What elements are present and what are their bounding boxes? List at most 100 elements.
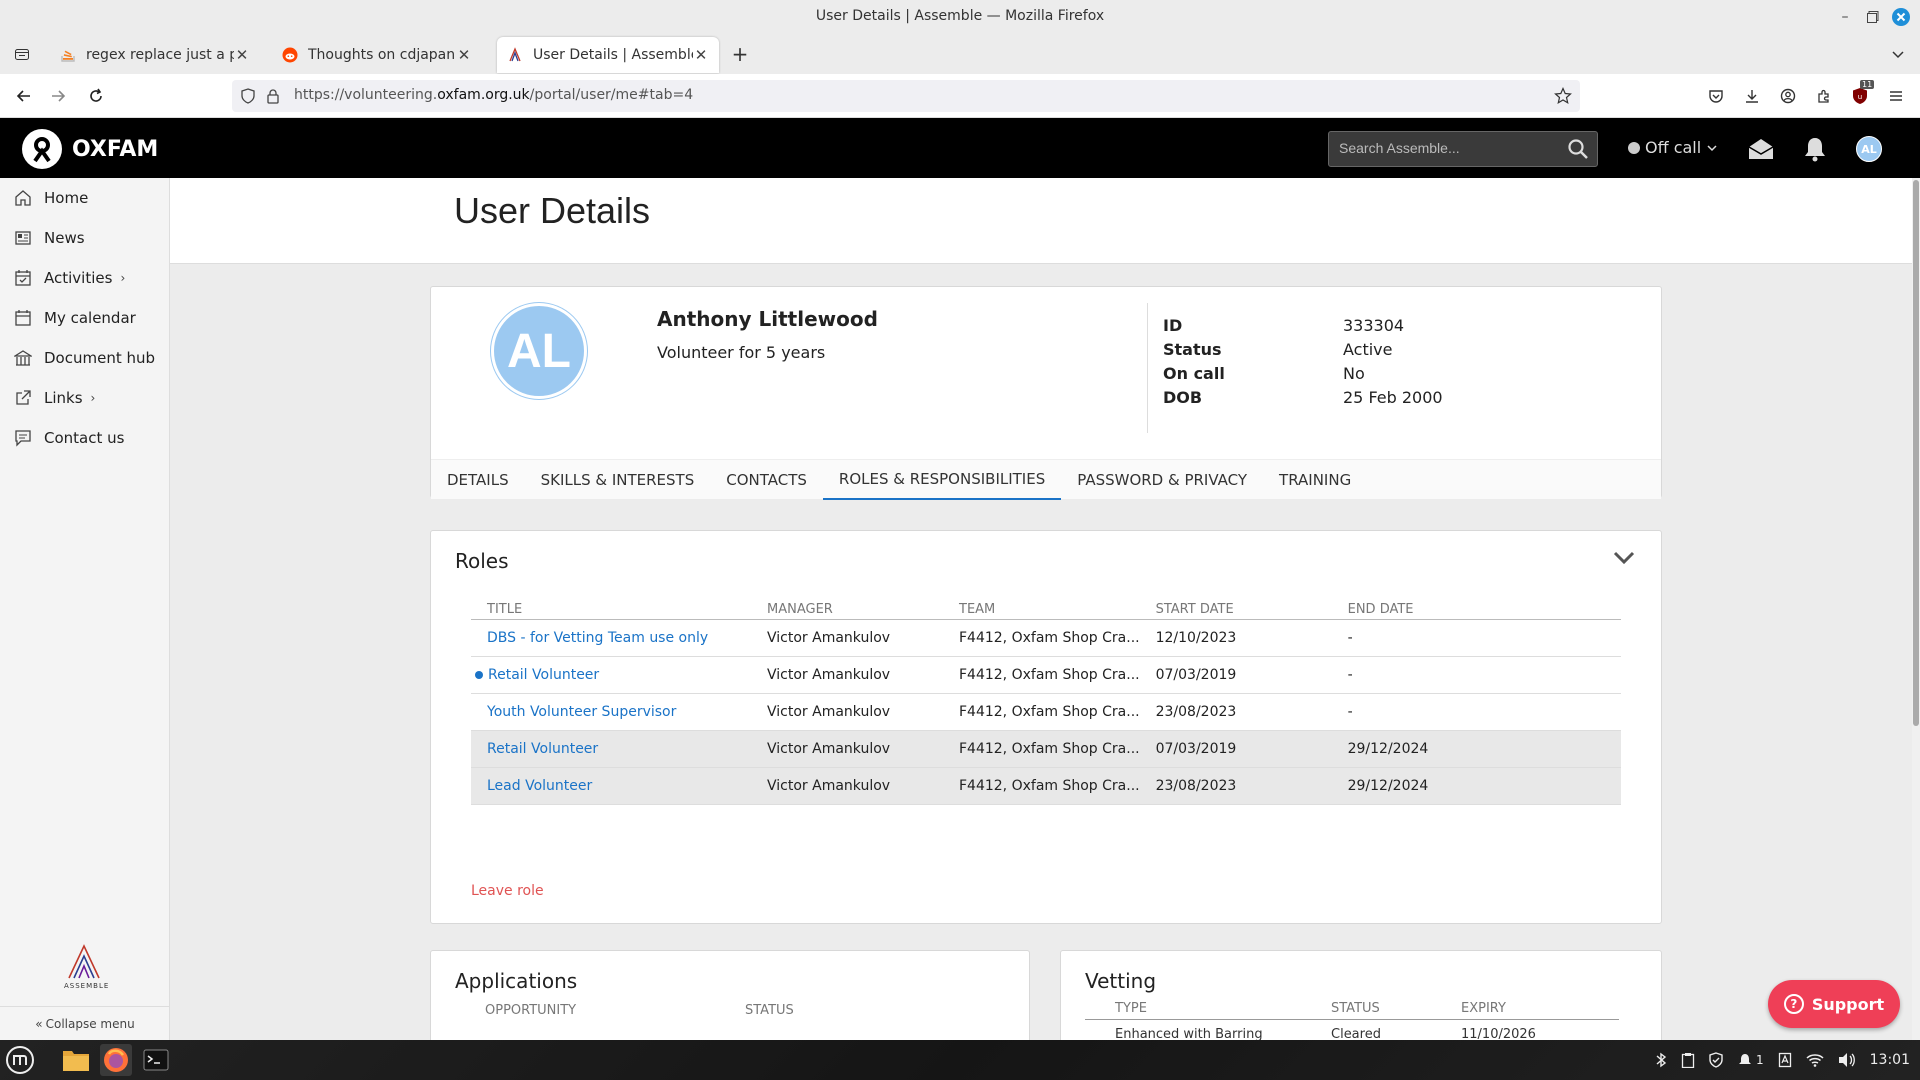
pocket-icon[interactable] <box>1702 82 1730 110</box>
back-button[interactable] <box>10 82 38 110</box>
sidebar-item-news[interactable]: News <box>0 218 169 258</box>
logo-text: OXFAM <box>72 136 159 162</box>
sidebar-item-contact-us[interactable]: Contact us <box>0 418 169 458</box>
terminal-icon[interactable] <box>140 1044 172 1076</box>
mint-menu-icon[interactable] <box>4 1044 36 1076</box>
oxfam-logo[interactable]: OXFAM <box>22 129 158 169</box>
role-team: F4412, Oxfam Shop Cra... <box>943 767 1140 805</box>
close-tab-icon[interactable]: ✕ <box>456 46 472 64</box>
tab-roles-responsibilities[interactable]: ROLES & RESPONSIBILITIES <box>822 460 1062 500</box>
assemble-logo-text: ASSEMBLE <box>64 982 110 990</box>
search-icon[interactable] <box>1567 138 1589 160</box>
role-title-link[interactable]: Retail Volunteer <box>488 667 599 683</box>
main-content: User Details AL Anthony Littlewood Volun… <box>170 178 1920 1040</box>
call-status-dropdown[interactable]: Off call <box>1628 138 1717 157</box>
close-tab-icon[interactable]: ✕ <box>234 46 250 64</box>
sidebar-item-links[interactable]: Links › <box>0 378 169 418</box>
wifi-icon[interactable] <box>1806 1053 1824 1067</box>
notification-count: 1 <box>1756 1053 1764 1067</box>
tracking-protection-icon[interactable] <box>240 88 256 104</box>
close-tab-icon[interactable]: ✕ <box>693 46 709 64</box>
stackoverflow-favicon-icon <box>60 47 76 63</box>
tab-list-icon[interactable] <box>8 40 36 68</box>
profile-name: Anthony Littlewood <box>657 307 878 331</box>
external-link-icon <box>14 389 32 407</box>
tab-label: regex replace just a part in <box>86 47 234 63</box>
minimize-button[interactable]: – <box>1834 6 1856 28</box>
notifications-tray-icon[interactable]: 1 <box>1737 1052 1764 1068</box>
vetting-type: Enhanced with Barring <box>1115 1027 1263 1040</box>
clock[interactable]: 13:01 <box>1870 1052 1910 1068</box>
notifications-bell-icon[interactable] <box>1798 132 1832 166</box>
role-manager: Victor Amankulov <box>751 656 943 694</box>
column-header: TITLE <box>471 601 751 620</box>
page-scrollbar[interactable] <box>1912 178 1920 1040</box>
role-title-link[interactable]: Retail Volunteer <box>487 741 598 757</box>
search-box[interactable] <box>1328 131 1598 167</box>
lock-icon[interactable] <box>266 88 280 104</box>
bluetooth-icon[interactable] <box>1655 1052 1667 1068</box>
collapse-chevron-icon[interactable] <box>1613 551 1635 565</box>
firefox-taskbar-icon[interactable] <box>100 1044 132 1076</box>
messages-icon[interactable] <box>1744 132 1778 166</box>
role-title-link[interactable]: DBS - for Vetting Team use only <box>487 630 708 646</box>
leave-role-link[interactable]: Leave role <box>471 883 544 899</box>
column-header: TYPE <box>1115 1001 1147 1016</box>
sidebar-item-document-hub[interactable]: Document hub <box>0 338 169 378</box>
user-avatar[interactable]: AL <box>1856 136 1882 162</box>
files-folder-icon[interactable] <box>60 1044 92 1076</box>
field-label: DOB <box>1163 387 1203 407</box>
sidebar-item-label: Links <box>44 389 83 407</box>
sidebar-item-my-calendar[interactable]: My calendar <box>0 298 169 338</box>
account-icon[interactable] <box>1774 82 1802 110</box>
search-input[interactable] <box>1339 140 1559 156</box>
restore-button[interactable] <box>1862 6 1884 28</box>
tab-password-privacy[interactable]: PASSWORD & PRIVACY <box>1061 460 1263 500</box>
close-window-button[interactable] <box>1890 6 1912 28</box>
column-header: MANAGER <box>751 601 943 620</box>
volume-icon[interactable] <box>1838 1052 1856 1068</box>
field-row: Status Active <box>1163 337 1443 361</box>
page-title-bar: User Details <box>170 178 1920 264</box>
role-title-link[interactable]: Lead Volunteer <box>487 778 592 794</box>
tab-label: User Details | Assemble <box>533 47 693 63</box>
profile-tabs: DETAILS SKILLS & INTERESTS CONTACTS ROLE… <box>431 459 1661 500</box>
assemble-favicon-icon <box>507 47 523 63</box>
role-manager: Victor Amankulov <box>751 619 943 657</box>
role-title-link[interactable]: Youth Volunteer Supervisor <box>487 704 676 720</box>
role-manager: Victor Amankulov <box>751 767 943 805</box>
role-start-date: 23/08/2023 <box>1139 693 1332 731</box>
tab-skills-interests[interactable]: SKILLS & INTERESTS <box>525 460 711 500</box>
shield-icon[interactable] <box>1709 1052 1723 1068</box>
list-all-tabs-icon[interactable] <box>1884 40 1912 68</box>
tab-details[interactable]: DETAILS <box>431 460 525 500</box>
profile-fields: ID 333304 Status Active On call No DOB 25 Fe… <box>1163 313 1443 409</box>
address-bar[interactable]: https://volunteering.oxfam.org.uk/portal… <box>232 80 1580 112</box>
support-button[interactable]: ? Support <box>1768 980 1900 1028</box>
keyboard-layout-icon[interactable] <box>1778 1052 1792 1068</box>
scrollbar-thumb[interactable] <box>1913 180 1919 726</box>
assemble-logo: ASSEMBLE <box>64 944 109 990</box>
browser-tab-user-details[interactable]: User Details | Assemble ✕ <box>497 37 719 73</box>
browser-tab-reddit[interactable]: Thoughts on cdjapan.com? ✕ <box>272 37 482 73</box>
reload-button[interactable] <box>82 82 110 110</box>
sidebar-item-label: Document hub <box>44 349 156 367</box>
field-value: 333304 <box>1343 315 1405 335</box>
forward-button[interactable] <box>44 82 72 110</box>
ublock-icon[interactable]: u 11 <box>1846 80 1875 110</box>
sidebar-item-activities[interactable]: Activities › <box>0 258 169 298</box>
app-menu-icon[interactable] <box>1882 82 1910 110</box>
home-icon <box>14 189 32 207</box>
profile-subtitle: Volunteer for 5 years <box>657 343 826 362</box>
clipboard-icon[interactable] <box>1681 1052 1695 1068</box>
extensions-icon[interactable] <box>1810 82 1838 110</box>
tab-contacts[interactable]: CONTACTS <box>710 460 823 500</box>
new-tab-button[interactable]: + <box>726 40 754 68</box>
collapse-menu-button[interactable]: « Collapse menu <box>0 1006 170 1040</box>
tab-training[interactable]: TRAINING <box>1263 460 1367 500</box>
app-header: OXFAM Off call AL <box>0 118 1920 178</box>
bookmark-star-icon[interactable] <box>1554 87 1572 105</box>
sidebar-item-home[interactable]: Home <box>0 178 169 218</box>
browser-tab-regex[interactable]: regex replace just a part in ✕ <box>50 37 260 73</box>
downloads-icon[interactable] <box>1738 82 1766 110</box>
